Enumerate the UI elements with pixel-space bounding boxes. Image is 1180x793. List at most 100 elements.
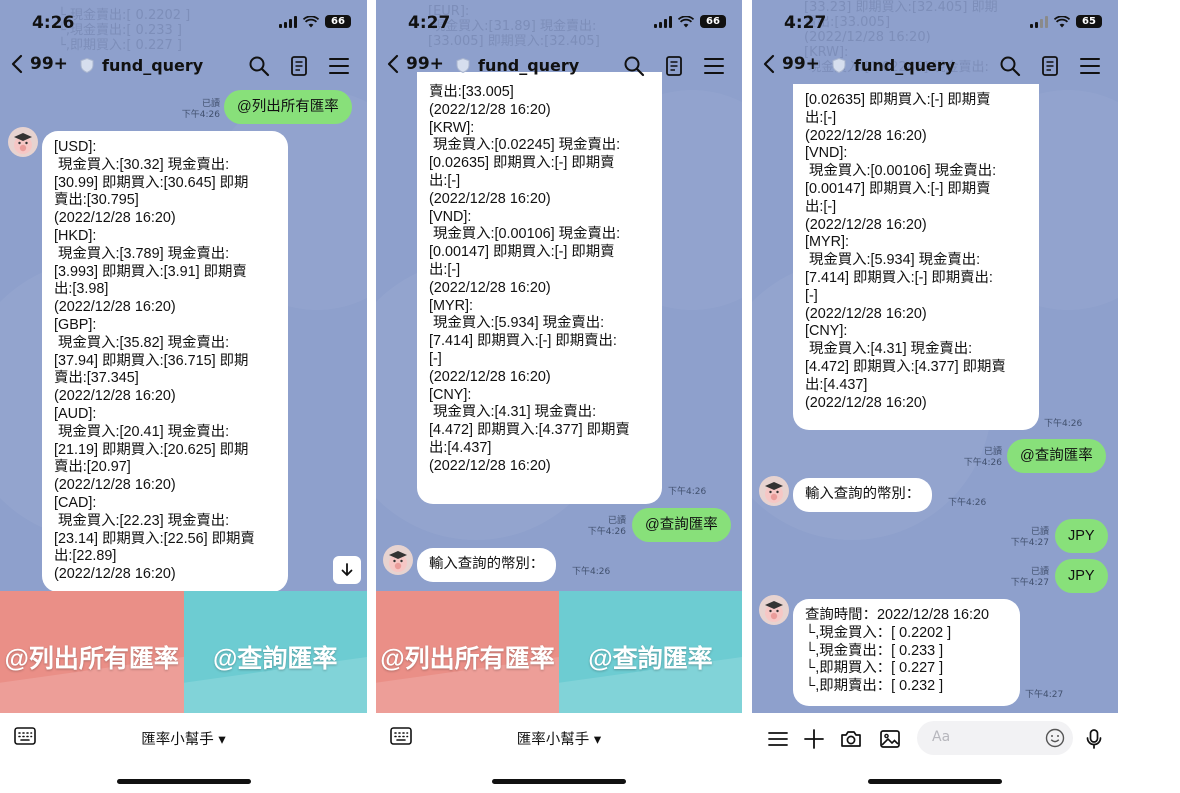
incoming-message[interactable]: 輸入查詢的幣別： [417, 548, 557, 582]
microphone-icon[interactable] [1082, 727, 1106, 751]
status-time: 4:26 [32, 13, 75, 33]
chat-title: fund_query [80, 56, 203, 75]
cellular-signal-icon [1030, 15, 1048, 28]
outgoing-message[interactable]: @查詢匯率 [1007, 439, 1106, 473]
rich-menu-right-label: @查詢匯率 [213, 645, 338, 673]
chat-header: 99+ fund_query [752, 44, 1118, 88]
message-time: 下午4:26 [1044, 419, 1083, 429]
outgoing-message[interactable]: @查詢匯率 [632, 508, 731, 542]
incoming-message[interactable]: 查詢時間：2022/12/28 16:20 └,現金買入：[ 0.2202 ] … [793, 599, 1020, 706]
bot-avatar[interactable] [759, 476, 789, 506]
menu-footer: 匯率小幫手 ▾ [376, 713, 742, 761]
read-receipt: 已讀 [983, 447, 1002, 457]
message-time: 下午4:26 [587, 527, 626, 537]
read-receipt: 已讀 [1030, 567, 1049, 577]
chat-title: fund_query [456, 56, 579, 75]
rich-menu: @列出所有匯率 @查詢匯率 [376, 591, 742, 713]
arrow-down-icon [341, 563, 353, 577]
phone-screen-2: [EUR]: 現金買入:[31.89] 現金賣出: [33.005] 即期買入:… [376, 0, 742, 793]
menu-icon[interactable] [1078, 54, 1102, 78]
notes-icon[interactable] [662, 54, 686, 78]
room-name: fund_query [854, 56, 956, 75]
back-button[interactable]: 99+ [10, 54, 68, 74]
rich-menu-query-button[interactable]: @查詢匯率 [183, 591, 367, 713]
menu-icon[interactable] [702, 54, 726, 78]
emoji-icon[interactable] [1045, 728, 1065, 748]
rich-menu-left-label: @列出所有匯率 [4, 645, 179, 673]
message-time: 下午4:26 [572, 567, 611, 577]
incoming-message[interactable]: [0.02635] 即期買入:[-] 即期賣 出:[-] (2022/12/28… [793, 84, 1039, 431]
image-icon[interactable] [878, 727, 902, 751]
message-input[interactable]: Aa [917, 721, 1073, 755]
status-bar: 4:26 66 [0, 0, 367, 44]
chat-title: fund_query [832, 56, 955, 75]
read-receipt: 已讀 [607, 516, 626, 526]
read-receipt: 已讀 [1030, 527, 1049, 537]
bot-avatar[interactable] [759, 595, 789, 625]
rich-menu-list-all-button[interactable]: @列出所有匯率 [376, 591, 559, 713]
wifi-icon [678, 15, 694, 27]
chevron-left-icon [763, 54, 775, 74]
back-button[interactable]: 99+ [762, 54, 820, 74]
message-time: 下午4:26 [181, 110, 220, 120]
outgoing-message[interactable]: JPY [1055, 559, 1108, 593]
scroll-to-bottom-button[interactable] [333, 556, 361, 584]
outgoing-message[interactable]: @列出所有匯率 [224, 90, 352, 124]
unread-count: 99+ [406, 54, 444, 74]
menu-footer: 匯率小幫手 ▾ [0, 713, 367, 761]
notes-icon[interactable] [1038, 54, 1062, 78]
message-meta: 已讀 下午4:27 [1011, 567, 1049, 589]
message-meta: 已讀 下午4:26 [964, 447, 1002, 469]
message-time: 下午4:26 [963, 458, 1002, 468]
message-input-bar: Aa [752, 713, 1118, 765]
notes-icon[interactable] [287, 54, 311, 78]
verified-shield-icon [456, 58, 470, 73]
incoming-message[interactable]: [USD]: 現金買入:[30.32] 現金賣出: [30.99] 即期買入:[… [42, 131, 288, 592]
rich-menu-query-button[interactable]: @查詢匯率 [559, 591, 742, 713]
cellular-signal-icon [279, 15, 297, 28]
back-button[interactable]: 99+ [386, 54, 444, 74]
home-indicator [492, 779, 626, 784]
rich-menu-left-label: @列出所有匯率 [380, 645, 555, 673]
message-meta: 已讀 下午4:26 [182, 99, 220, 121]
message-time: 下午4:26 [948, 498, 987, 508]
message-meta: 已讀 下午4:27 [1011, 527, 1049, 549]
unread-count: 99+ [30, 54, 68, 74]
menu-icon[interactable] [766, 727, 790, 751]
verified-shield-icon [832, 58, 846, 73]
chat-header: 99+ fund_query [376, 44, 742, 88]
home-indicator [117, 779, 251, 784]
wifi-icon [303, 15, 319, 27]
message-time: 下午4:27 [1010, 538, 1049, 548]
chat-header: 99+ fund_query [0, 44, 367, 88]
input-placeholder: Aa [932, 729, 951, 745]
bot-avatar[interactable] [383, 545, 413, 575]
wifi-icon [1054, 15, 1070, 27]
status-time: 4:27 [408, 13, 451, 33]
menu-toggle[interactable]: 匯率小幫手 ▾ [376, 728, 742, 749]
message-meta: 已讀 下午4:26 [588, 516, 626, 538]
status-time: 4:27 [784, 13, 827, 33]
rich-menu-right-label: @查詢匯率 [588, 645, 713, 673]
room-name: fund_query [102, 56, 204, 75]
menu-toggle[interactable]: 匯率小幫手 ▾ [0, 728, 367, 749]
menu-icon[interactable] [327, 54, 351, 78]
incoming-message[interactable]: 輸入查詢的幣別： [793, 478, 933, 512]
bot-avatar[interactable] [8, 127, 38, 157]
unread-count: 99+ [782, 54, 820, 74]
room-name: fund_query [478, 56, 580, 75]
search-icon[interactable] [998, 54, 1022, 78]
phone-screen-1: └,現金賣出:[ 0.2202 ] └,現金賣出:[ 0.233 ] └,即期買… [0, 0, 367, 793]
plus-icon[interactable] [802, 727, 826, 751]
chevron-left-icon [387, 54, 399, 74]
incoming-message[interactable]: 賣出:[33.005] (2022/12/28 16:20) [KRW]: 現金… [417, 72, 662, 504]
battery-icon: 66 [325, 15, 351, 28]
search-icon[interactable] [247, 54, 271, 78]
status-bar: 4:27 65 [752, 0, 1118, 44]
outgoing-message[interactable]: JPY [1055, 519, 1108, 553]
search-icon[interactable] [622, 54, 646, 78]
rich-menu-list-all-button[interactable]: @列出所有匯率 [0, 591, 184, 713]
verified-shield-icon [80, 58, 94, 73]
phone-screen-3: [33.23] 即期買入:[32.405] 即期 賣出:[33.005] (20… [752, 0, 1118, 793]
camera-icon[interactable] [839, 727, 863, 751]
